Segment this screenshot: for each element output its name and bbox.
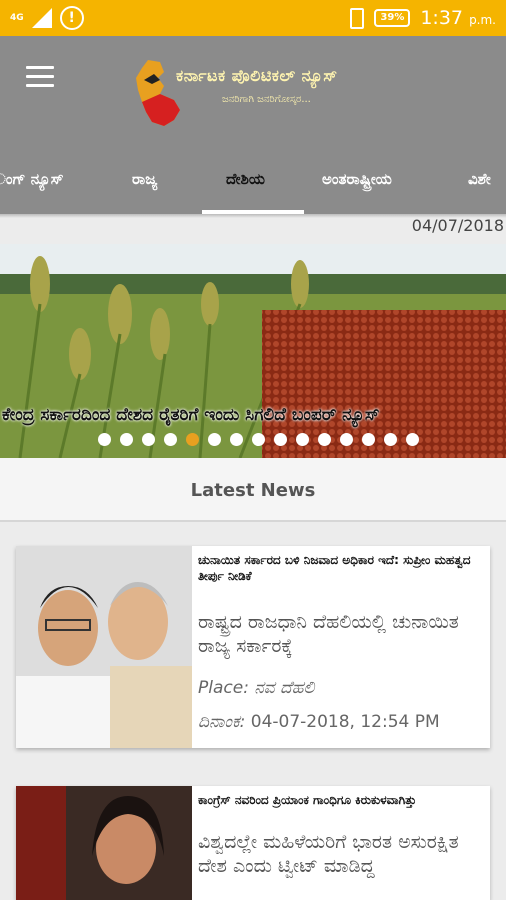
featured-banner[interactable]: ಕೇಂದ್ರ ಸರ್ಕಾರದಿಂದ ದೇಶದ ರೈತರಿಗೆ ಇಂದು ಸಿಗಲ… (0, 244, 506, 458)
carousel-dot[interactable] (208, 433, 221, 446)
carousel-dot[interactable] (296, 433, 309, 446)
carousel-dot[interactable] (230, 433, 243, 446)
news-thumbnail (16, 546, 192, 748)
carousel-dot[interactable] (142, 433, 155, 446)
status-bar: 4G ! 39% 1:37 p.m. (0, 0, 506, 36)
section-title: Latest News (190, 480, 316, 501)
carousel-dot[interactable] (384, 433, 397, 446)
carousel-dot[interactable] (274, 433, 287, 446)
news-headline: ಚುನಾಯಿತ ಸರ್ಕಾರದ ಬಳಿ ನಿಜವಾದ ಅಧಿಕಾರ ಇದೆ: ಸ… (198, 553, 471, 583)
carousel-dot[interactable] (318, 433, 331, 446)
place-label: Place: (198, 678, 249, 698)
news-card[interactable]: ಚುನಾಯಿತ ಸರ್ಕಾರದ ಬಳಿ ನಿಜವಾದ ಅಧಿಕಾರ ಇದೆ: ಸ… (16, 546, 490, 748)
carousel-dot[interactable] (120, 433, 133, 446)
date-value: 04-07-2018, 12:54 PM (250, 712, 440, 732)
tab-international[interactable]: ಅಂತರಾಷ್ಟ್ರೀಯ (322, 170, 392, 188)
current-date: 04/07/2018 (411, 216, 504, 235)
news-place: Place: ನವ ದೆಹಲಿ (198, 678, 486, 698)
carousel-dot[interactable] (362, 433, 375, 446)
carousel-dot[interactable] (406, 433, 419, 446)
banner-caption: ಕೇಂದ್ರ ಸರ್ಕಾರದಿಂದ ದೇಶದ ರೈತರಿಗೆ ಇಂದು ಸಿಗಲ… (2, 405, 380, 425)
hamburger-menu-icon[interactable] (26, 66, 54, 93)
news-headline: ಕಾಂಗ್ರೆಸ್ ನವರಿಂದ ಪ್ರಿಯಾಂಕ ಗಾಂಧಿಗೂ ಕಿರುಕು… (198, 793, 417, 807)
app-bar: ಕರ್ನಾಟಕ ಪೊಲಿಟಿಕಲ್ ನ್ಯೂಸ್ ಜನರಿಗಾಗಿ ಜನರಿಗೋ… (0, 36, 506, 152)
clock-ampm: p.m. (469, 13, 496, 27)
category-tabs: ಂಗ್ ನ್ಯೂಸ್ ರಾಜ್ಯ ದೇಶಿಯ ಅಂತರಾಷ್ಟ್ರೀಯ ವಿಶೇ (0, 152, 506, 214)
news-datetime: ದಿನಾಂಕ: 04-07-2018, 12:54 PM (198, 712, 486, 732)
news-excerpt: ರಾಷ್ಟ್ರದ ರಾಜಧಾನಿ ದೆಹಲಿಯಲ್ಲಿ ಚುನಾಯಿತ ರಾಜ್… (198, 611, 459, 657)
carousel-dot[interactable] (98, 433, 111, 446)
carousel-dots (98, 433, 419, 446)
tab-national[interactable]: ದೇಶಿಯ (226, 170, 265, 188)
date-label: ದಿನಾಂಕ: (198, 712, 246, 732)
news-excerpt: ವಿಶ್ವದಲ್ಲೇ ಮಹಿಳೆಯರಿಗೆ ಭಾರತ ಅಸುರಕ್ಷಿತ ದೇಶ… (198, 831, 459, 877)
karnataka-map-logo (136, 60, 180, 126)
news-thumbnail (16, 786, 192, 900)
signal-icon (31, 8, 52, 28)
app-title: ಕರ್ನಾಟಕ ಪೊಲಿಟಿಕಲ್ ನ್ಯೂಸ್ (176, 66, 338, 85)
tab-breaking-news[interactable]: ಂಗ್ ನ್ಯೂಸ್ (0, 170, 64, 188)
tab-state[interactable]: ರಾಜ್ಯ (132, 170, 157, 188)
alert-icon: ! (59, 6, 84, 30)
tab-special[interactable]: ವಿಶೇ (468, 170, 491, 188)
news-card[interactable]: ಕಾಂಗ್ರೆಸ್ ನವರಿಂದ ಪ್ರಿಯಾಂಕ ಗಾಂಧಿಗೂ ಕಿರುಕು… (16, 786, 490, 900)
carousel-dot[interactable] (340, 433, 353, 446)
latest-news-header: Latest News (0, 458, 506, 522)
clock: 1:37 p.m. (420, 7, 496, 29)
carousel-dot[interactable] (252, 433, 265, 446)
vibrate-icon (350, 7, 365, 29)
carousel-dot[interactable] (164, 433, 177, 446)
carousel-dot[interactable] (186, 433, 199, 446)
app-tagline: ಜನರಿಗಾಗಿ ಜನರಿಗೋಸ್ಕರ... (222, 94, 311, 105)
place-value: ನವ ದೆಹಲಿ (254, 678, 315, 698)
network-type: 4G (10, 12, 24, 23)
clock-time: 1:37 (420, 7, 464, 29)
battery-icon: 39% (374, 9, 411, 27)
